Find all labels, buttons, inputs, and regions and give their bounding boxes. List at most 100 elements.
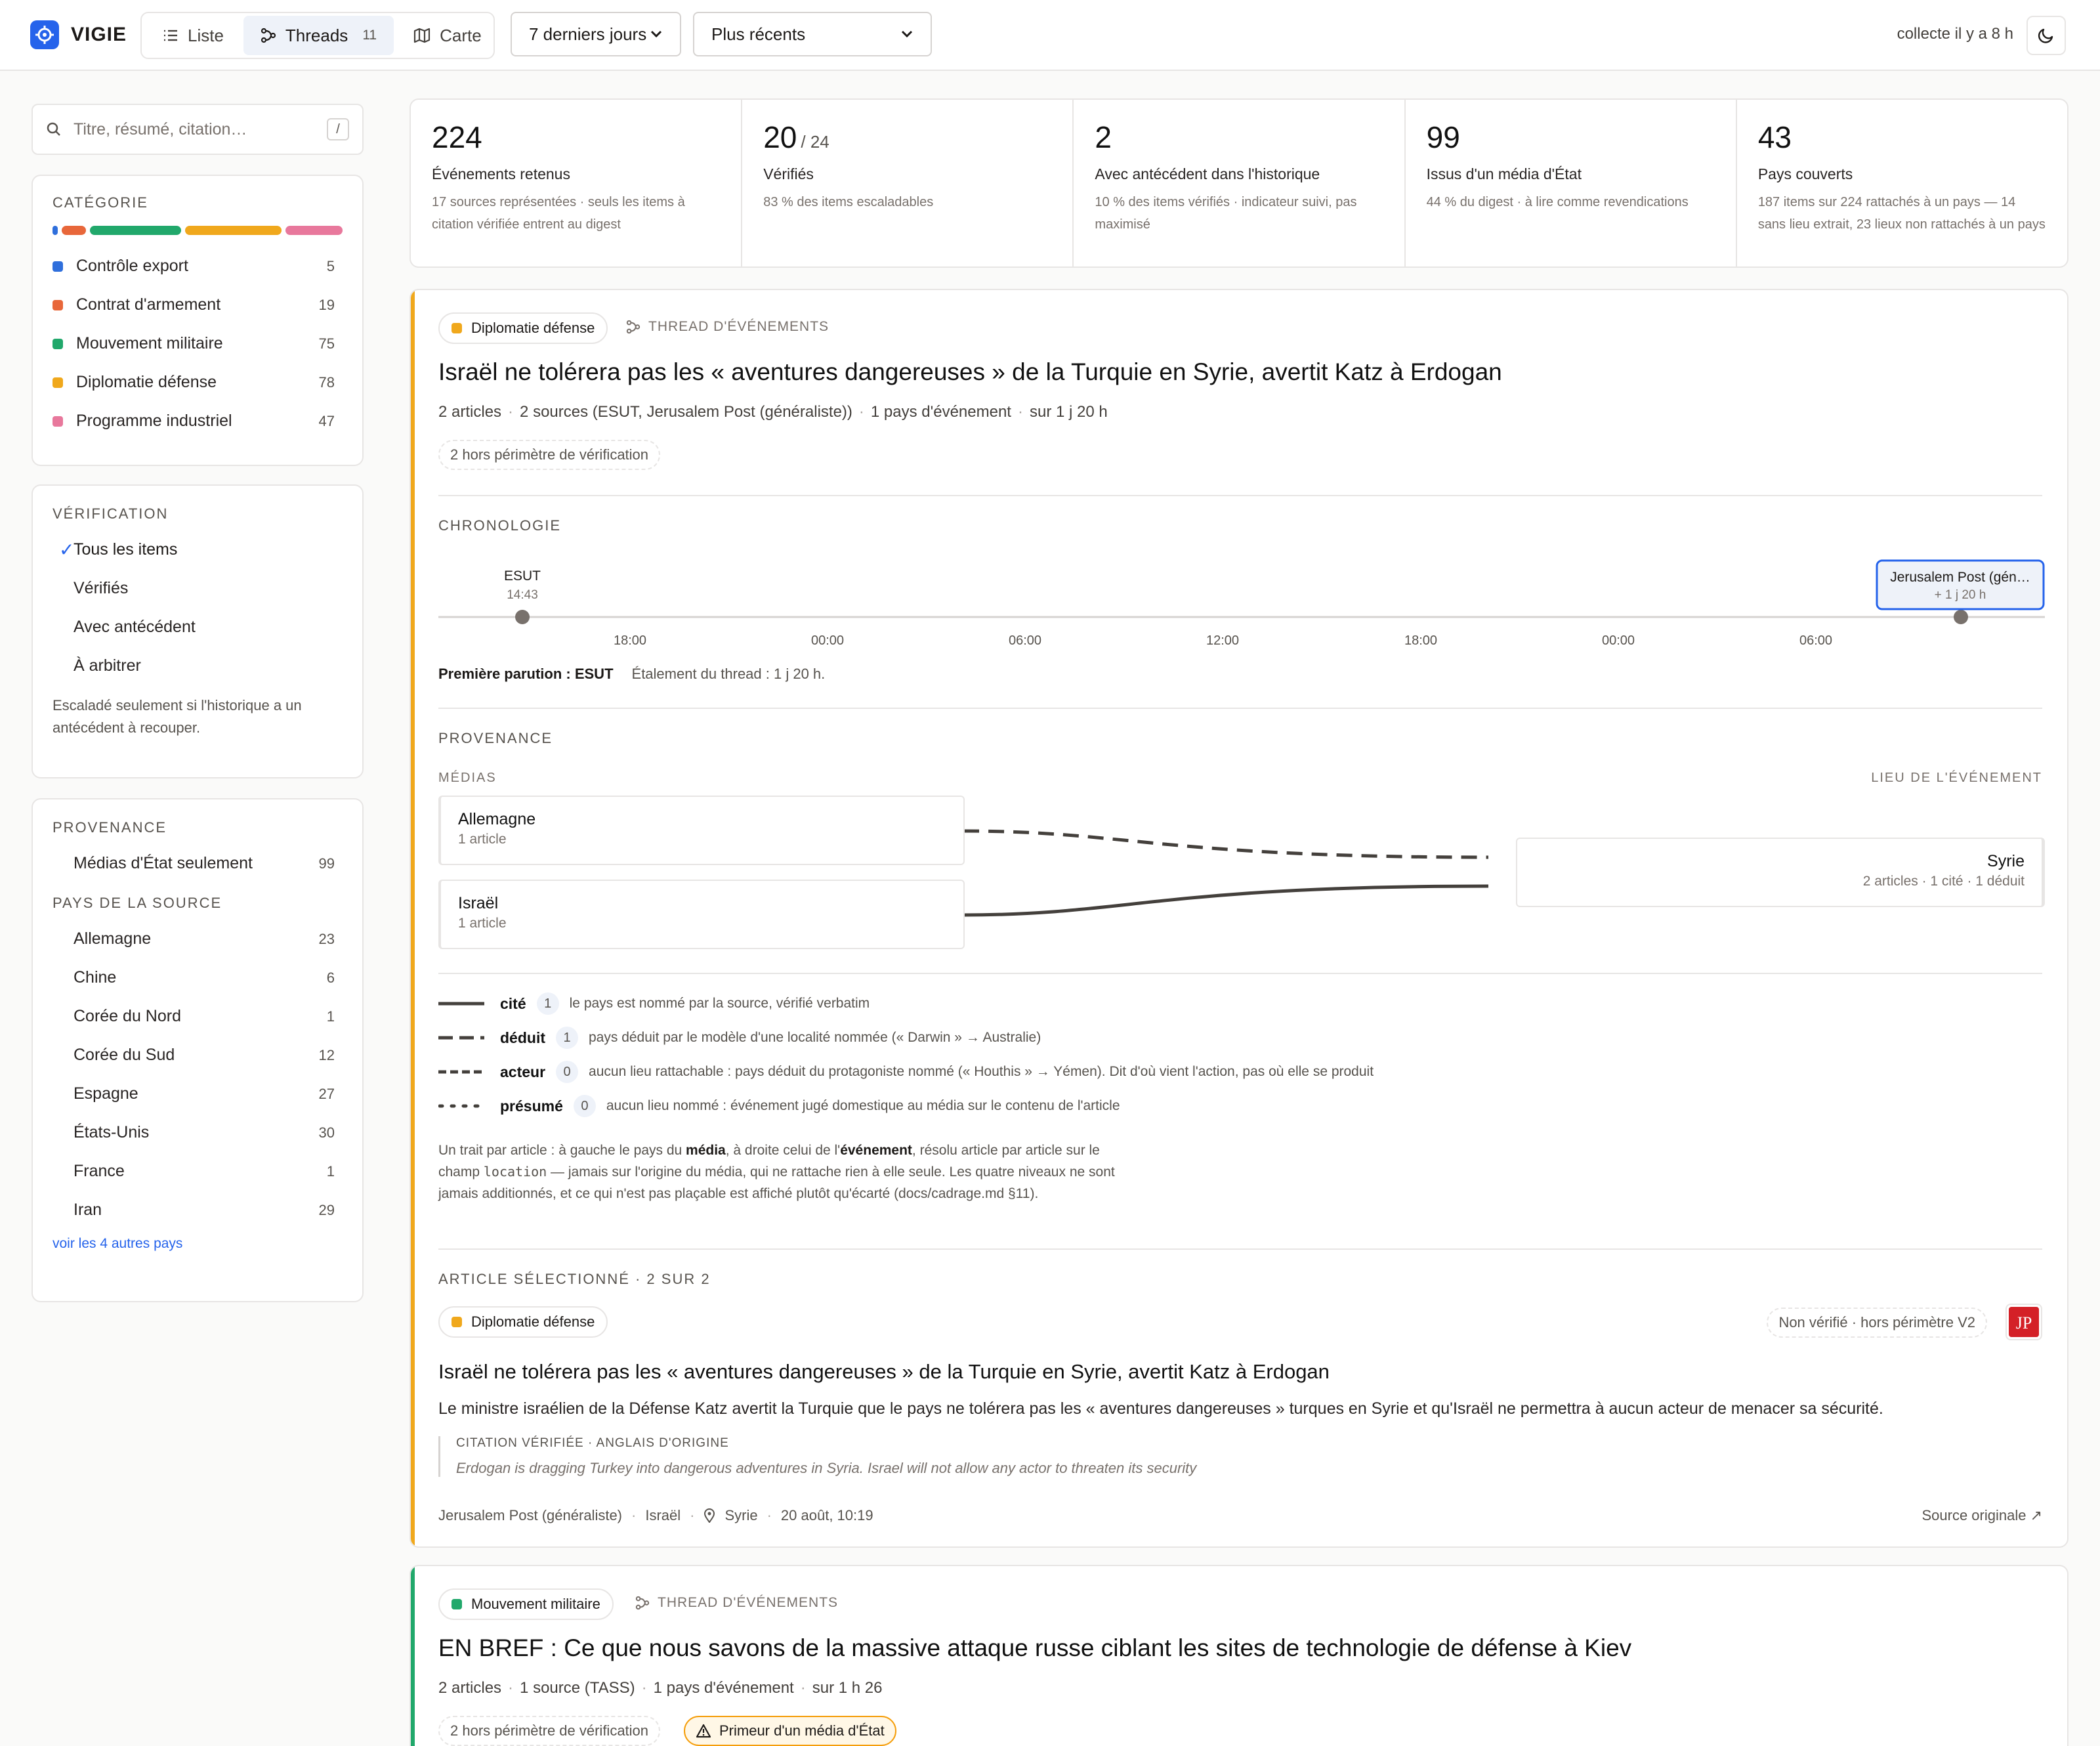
category-pill-label: Mouvement militaire [471, 1596, 600, 1612]
country-count: 12 [318, 1046, 335, 1063]
sort-value: Plus récents [711, 24, 806, 44]
meta-articles: 2 articles [438, 403, 502, 421]
location-node-syria[interactable]: Syrie 2 articles · 1 cité · 1 déduit [1516, 838, 2045, 907]
view-threads-label: Threads [285, 25, 348, 45]
verification-item-arbitrate[interactable]: À arbitrer [33, 647, 343, 685]
media-node-sub: 1 article [458, 916, 507, 931]
category-item-industrial-program[interactable]: Programme industriel 47 [41, 402, 343, 440]
thread-card: Mouvement militaire THREAD D'ÉVÉNEMENTS … [410, 1565, 2068, 1746]
verification-label: Tous les items [74, 540, 178, 559]
location-pin-icon [704, 1508, 715, 1523]
legend-row-actor: acteur 0 aucun lieu rattachable : pays d… [438, 1061, 1374, 1083]
country-item[interactable]: Iran 29 [33, 1191, 343, 1229]
search-input[interactable]: Titre, résumé, citation… [74, 120, 315, 139]
view-map-button[interactable]: Carte [396, 16, 499, 55]
category-item-military-movement[interactable]: Mouvement militaire 75 [41, 324, 343, 363]
legend-count: 1 [536, 992, 559, 1015]
article-title[interactable]: Israël ne tolérera pas les « aventures d… [438, 1360, 1330, 1384]
country-label: Allemagne [74, 929, 152, 948]
flow-line-cited [963, 884, 1489, 917]
category-bar-segment [89, 226, 181, 235]
verification-item-antecedent[interactable]: Avec antécédent [33, 608, 343, 647]
country-label: Corée du Sud [74, 1046, 175, 1064]
category-distribution-bar [52, 226, 343, 235]
stat-suffix: / 24 [801, 132, 830, 152]
country-item[interactable]: Chine 6 [33, 958, 343, 997]
timeline-event-dot[interactable] [1954, 610, 1968, 624]
meta-sources: 1 source (TASS) [520, 1679, 635, 1697]
media-node-israel[interactable]: Israël 1 article [438, 880, 965, 949]
jerusalem-post-logo: JP [2009, 1307, 2039, 1337]
provenance-explanation: Un trait par article : à gauche le pays … [438, 1139, 1127, 1204]
stat-label: Événements retenus [432, 165, 570, 182]
search-shortcut-key: / [327, 118, 349, 140]
line-dashed-icon [438, 1036, 484, 1040]
legend-row-inferred: déduit 1 pays déduit par le modèle d'une… [438, 1027, 1041, 1049]
view-list-label: Liste [188, 25, 224, 45]
category-color-dot [52, 415, 63, 427]
category-pill-label: Diplomatie défense [471, 320, 595, 336]
verification-note: Escaladé seulement si l'historique a un … [52, 697, 302, 736]
line-solid-icon [438, 1002, 484, 1006]
view-list-button[interactable]: Liste [146, 16, 241, 55]
theme-toggle-button[interactable] [2026, 16, 2066, 55]
category-pill: Diplomatie défense [438, 312, 608, 344]
source-logo-text: JP [2016, 1313, 2032, 1332]
media-node-germany[interactable]: Allemagne 1 article [438, 796, 965, 865]
category-label: Diplomatie défense [76, 373, 217, 391]
timeline-event-dot[interactable] [515, 610, 530, 624]
timeline-tick-label: 00:00 [811, 633, 844, 648]
country-item[interactable]: France 1 [33, 1152, 343, 1191]
location-node-name: Syrie [1987, 852, 2025, 870]
category-item-arms-contract[interactable]: Contrat d'armement 19 [41, 286, 343, 324]
view-switcher: Liste Threads 11 Carte [140, 12, 495, 59]
sort-select[interactable]: Plus récents [693, 12, 932, 56]
category-pill: Diplomatie défense [438, 1306, 608, 1338]
threads-count-badge: 11 [362, 28, 377, 43]
verification-status-chip: Non vérifié · hors périmètre V2 [1767, 1308, 1987, 1338]
meta-sources: 2 sources (ESUT, Jerusalem Post (général… [520, 403, 852, 421]
verification-item-verified[interactable]: Vérifiés [33, 569, 343, 608]
country-item[interactable]: Corée du Sud 12 [33, 1036, 343, 1075]
timeline-event-source: ESUT [504, 568, 541, 584]
category-color-dot [452, 323, 462, 333]
category-count: 19 [318, 296, 335, 313]
chronology-footer: Première parution : ESUT Étalement du thr… [438, 666, 825, 683]
stat-label: Avec antécédent dans l'historique [1095, 165, 1320, 182]
more-countries-link[interactable]: voir les 4 autres pays [52, 1236, 343, 1252]
search-icon [47, 122, 60, 136]
country-item[interactable]: Allemagne 23 [33, 920, 343, 958]
thread-eyebrow-label: THREAD D'ÉVÉNEMENTS [648, 319, 830, 334]
state-media-count: 99 [318, 855, 335, 872]
state-media-filter[interactable]: Médias d'État seulement 99 [33, 844, 343, 883]
article-footer: Jerusalem Post (généraliste) · Israël · … [438, 1507, 873, 1523]
category-label: Programme industriel [76, 412, 232, 430]
country-item[interactable]: États-Unis 30 [33, 1113, 343, 1152]
category-item-export-control[interactable]: Contrôle export 5 [41, 247, 343, 286]
scope-chip: 2 hors périmètre de vérification [438, 440, 661, 470]
view-threads-button[interactable]: Threads 11 [243, 16, 394, 55]
media-node-name: Israël [458, 894, 499, 912]
divider [438, 973, 2042, 974]
country-item[interactable]: Corée du Nord 1 [33, 997, 343, 1036]
category-item-defense-diplomacy[interactable]: Diplomatie défense 78 [41, 363, 343, 402]
original-source-link[interactable]: Source originale ↗ [1922, 1507, 2042, 1524]
thread-title[interactable]: EN BREF : Ce que nous savons de la massi… [438, 1634, 1631, 1662]
list-icon [164, 30, 177, 41]
category-color-dot [52, 299, 63, 310]
scope-chip: 2 hors périmètre de vérification [438, 1716, 661, 1746]
verification-item-all[interactable]: ✓ Tous les items [33, 530, 343, 569]
verification-label: Vérifiés [74, 579, 129, 597]
stat-note: 187 items sur 224 rattachés à un pays — … [1757, 195, 2046, 232]
period-select[interactable]: 7 derniers jours [511, 12, 681, 56]
chronology-title: CHRONOLOGIE [438, 517, 562, 534]
chevron-down-icon [650, 30, 662, 38]
thread-title[interactable]: Israël ne tolérera pas les « aventures d… [438, 358, 1502, 386]
search-box[interactable]: Titre, résumé, citation… / [32, 104, 364, 155]
view-map-label: Carte [440, 25, 482, 45]
app-name: VIGIE [71, 24, 127, 45]
threads-icon [635, 1596, 650, 1610]
country-label: États-Unis [74, 1123, 150, 1141]
country-item[interactable]: Espagne 27 [33, 1075, 343, 1113]
app-logo[interactable]: VIGIE [30, 20, 127, 50]
